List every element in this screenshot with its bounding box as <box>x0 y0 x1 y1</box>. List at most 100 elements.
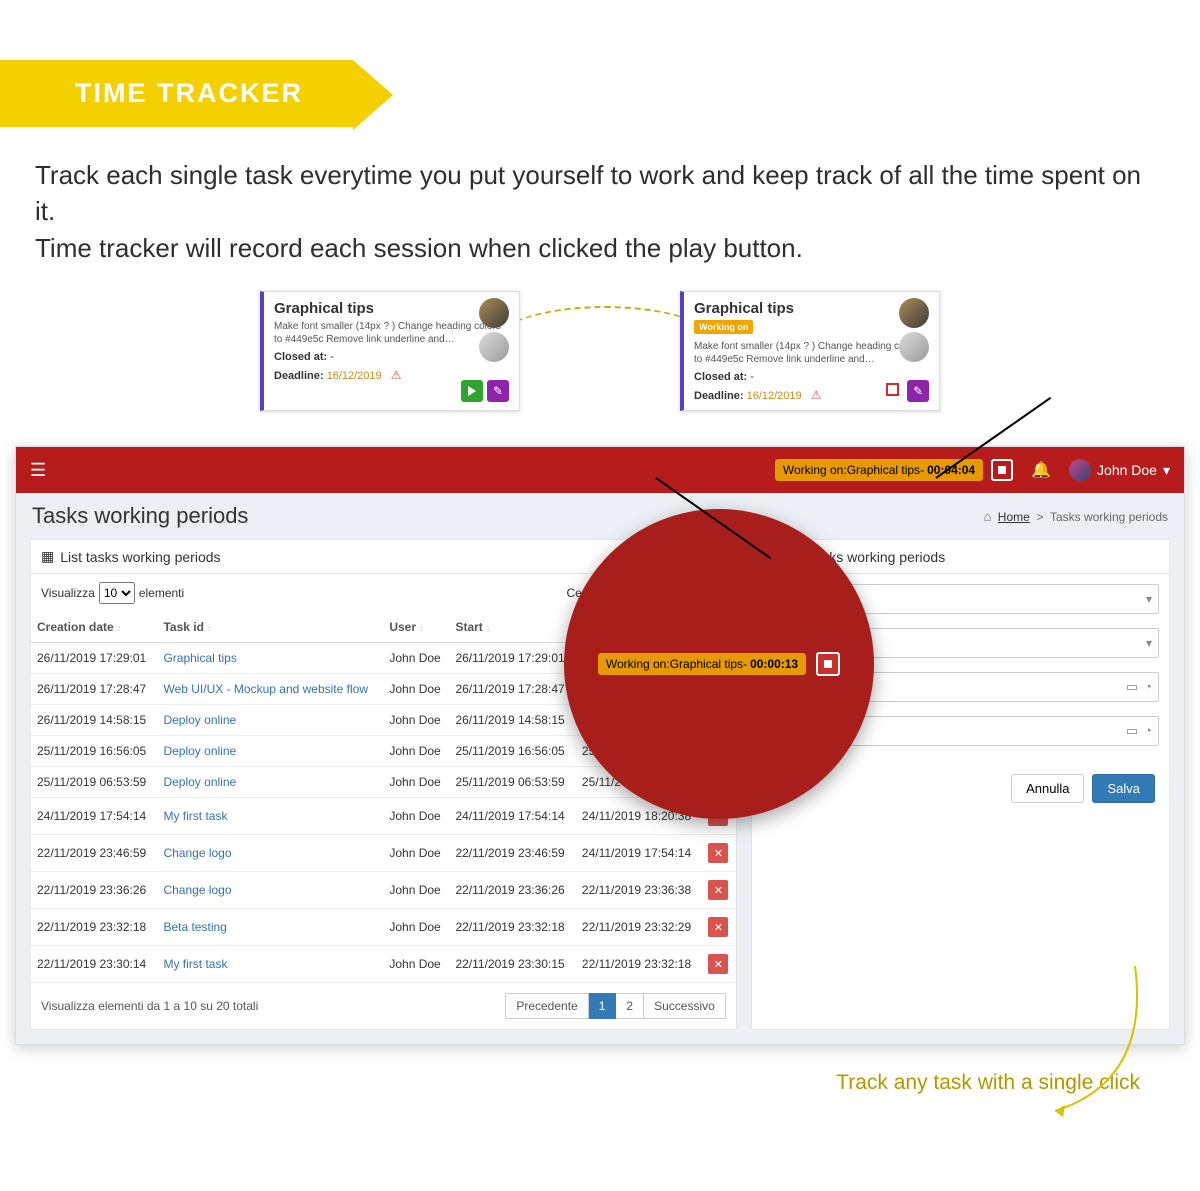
cell-creation: 26/11/2019 17:28:47 <box>31 674 157 705</box>
cell-creation: 26/11/2019 14:58:15 <box>31 705 157 736</box>
deadline-value: 16/12/2019 <box>327 370 382 382</box>
card-title: Graphical tips <box>274 300 509 317</box>
table-row: 22/11/2019 23:46:59Change logoJohn Doe22… <box>31 835 736 872</box>
table-row: 24/11/2019 17:54:14 My first task John Doe… <box>31 798 736 835</box>
cell-start: 25/11/2019 06:53:59 <box>449 767 575 798</box>
calendar-icon: ▭ <box>1126 723 1138 739</box>
notifications-icon[interactable]: 🔔 <box>1031 460 1051 480</box>
cell-start: 24/11/2019 17:54:14 <box>449 798 575 835</box>
cell-creation: 22/11/2019 23:30:14 <box>31 946 157 983</box>
chevron-down-icon: ▾ <box>1146 636 1152 650</box>
grid-icon <box>41 548 54 565</box>
cell-creation: 22/11/2019 23:32:18 <box>31 909 157 946</box>
cell-task: Deploy online <box>157 767 383 798</box>
cell-user: John Doe <box>383 798 449 835</box>
cell-task: Change logo <box>157 872 383 909</box>
cell-user: John Doe <box>383 674 449 705</box>
cell-user: John Doe <box>383 736 449 767</box>
cell-start: 22/11/2019 23:30:15 <box>449 946 575 983</box>
stop-button[interactable] <box>881 380 903 402</box>
play-button[interactable] <box>461 380 483 402</box>
cell-start: 26/11/2019 14:58:15 <box>449 705 575 736</box>
task-link[interactable]: Graphical tips <box>163 651 236 665</box>
cell-creation: 22/11/2019 23:36:26 <box>31 872 157 909</box>
breadcrumb-current: Tasks working periods <box>1050 510 1168 524</box>
cell-creation: 25/11/2019 16:56:05 <box>31 736 157 767</box>
avatar <box>479 298 509 328</box>
cell-creation: 25/11/2019 06:53:59 <box>31 767 157 798</box>
task-link[interactable]: Change logo <box>163 883 231 897</box>
cell-task: Graphical tips <box>157 643 383 674</box>
app-screenshot: ☰ Working on: Graphical tips - 00:04:04 … <box>15 446 1185 1045</box>
closed-at-label: Closed at: <box>274 351 327 363</box>
cell-start: 22/11/2019 23:36:26 <box>449 872 575 909</box>
delete-button[interactable]: ✕ <box>708 843 728 863</box>
col-task[interactable]: Task id↕ <box>157 612 383 643</box>
cancel-button[interactable]: Annulla <box>1011 774 1084 803</box>
clock-icon: ◔ <box>1144 723 1152 739</box>
cell-creation: 26/11/2019 17:29:01 <box>31 643 157 674</box>
delete-button[interactable]: ✕ <box>708 954 728 974</box>
cell-user: John Doe <box>383 643 449 674</box>
table-row: 22/11/2019 23:30:14My first taskJohn Doe… <box>31 946 736 983</box>
cell-task: Deploy online <box>157 736 383 767</box>
page-1[interactable]: 1 <box>589 993 617 1019</box>
edit-button[interactable] <box>907 380 929 402</box>
cell-start: 22/11/2019 23:32:18 <box>449 909 575 946</box>
closed-at-value: - <box>330 351 334 363</box>
deadline-label: Deadline: <box>274 370 324 382</box>
col-start[interactable]: Start↕ <box>449 612 575 643</box>
working-on-task: Graphical tips <box>670 657 743 671</box>
intro-line1: Track each single task everytime you put… <box>35 160 1141 226</box>
save-button[interactable]: Salva <box>1092 774 1155 803</box>
deadline-value: 16/12/2019 <box>747 390 802 402</box>
col-user[interactable]: User↕ <box>383 612 449 643</box>
task-link[interactable]: Deploy online <box>163 775 236 789</box>
task-link[interactable]: Deploy online <box>163 744 236 758</box>
card-title: Graphical tips <box>694 300 929 317</box>
task-link[interactable]: My first task <box>163 809 227 823</box>
cell-user: John Doe <box>383 909 449 946</box>
sort-icon: ↕ <box>486 623 489 633</box>
user-menu[interactable]: John Doe ▾ <box>1069 459 1170 481</box>
cell-task: Deploy online <box>157 705 383 736</box>
cell-start: 22/11/2019 23:46:59 <box>449 835 575 872</box>
avatar <box>1069 459 1091 481</box>
working-on-pill-zoom[interactable]: Working on: Graphical tips - 00:00:13 <box>598 653 806 675</box>
working-on-pill[interactable]: Working on: Graphical tips - 00:04:04 <box>775 459 983 481</box>
warning-icon: ⚠ <box>811 388 822 402</box>
cell-start: 26/11/2019 17:28:47 <box>449 674 575 705</box>
task-link[interactable]: Beta testing <box>163 920 226 934</box>
closed-at-value: - <box>750 371 754 383</box>
task-link[interactable]: Web UI/UX - Mockup and website flow <box>163 682 368 696</box>
page-2[interactable]: 2 <box>616 993 644 1019</box>
cell-task: My first task <box>157 946 383 983</box>
topbar-stop-button[interactable] <box>991 459 1013 481</box>
edit-button[interactable] <box>487 380 509 402</box>
cell-task: Change logo <box>157 835 383 872</box>
caption-text: Track any task with a single click <box>0 1071 1140 1095</box>
cell-task: My first task <box>157 798 383 835</box>
cell-stop: 22/11/2019 23:36:38 <box>576 872 702 909</box>
task-link[interactable]: Change logo <box>163 846 231 860</box>
task-link[interactable]: My first task <box>163 957 227 971</box>
list-panel-title: List tasks working periods <box>60 549 220 565</box>
chevron-down-icon: ▾ <box>1146 592 1152 606</box>
cell-user: John Doe <box>383 872 449 909</box>
table-row: 22/11/2019 23:36:26Change logoJohn Doe22… <box>31 872 736 909</box>
home-icon <box>984 510 995 524</box>
page-size-select[interactable]: 10 <box>99 582 135 604</box>
zoom-stop-button[interactable] <box>816 652 840 676</box>
task-card-before: Graphical tips Make font smaller (14px ?… <box>260 291 520 411</box>
page-prev[interactable]: Precedente <box>505 993 588 1019</box>
delete-button[interactable]: ✕ <box>708 880 728 900</box>
chevron-down-icon: ▾ <box>1163 462 1170 479</box>
menu-toggle-icon[interactable]: ☰ <box>30 460 46 481</box>
task-link[interactable]: Deploy online <box>163 713 236 727</box>
breadcrumb-home[interactable]: Home <box>998 510 1030 524</box>
page-next[interactable]: Successivo <box>644 993 726 1019</box>
working-on-task: Graphical tips <box>847 463 920 477</box>
delete-button[interactable]: ✕ <box>708 917 728 937</box>
col-creation[interactable]: Creation date↕ <box>31 612 157 643</box>
card-desc: Make font smaller (14px ? ) Change headi… <box>694 340 929 366</box>
